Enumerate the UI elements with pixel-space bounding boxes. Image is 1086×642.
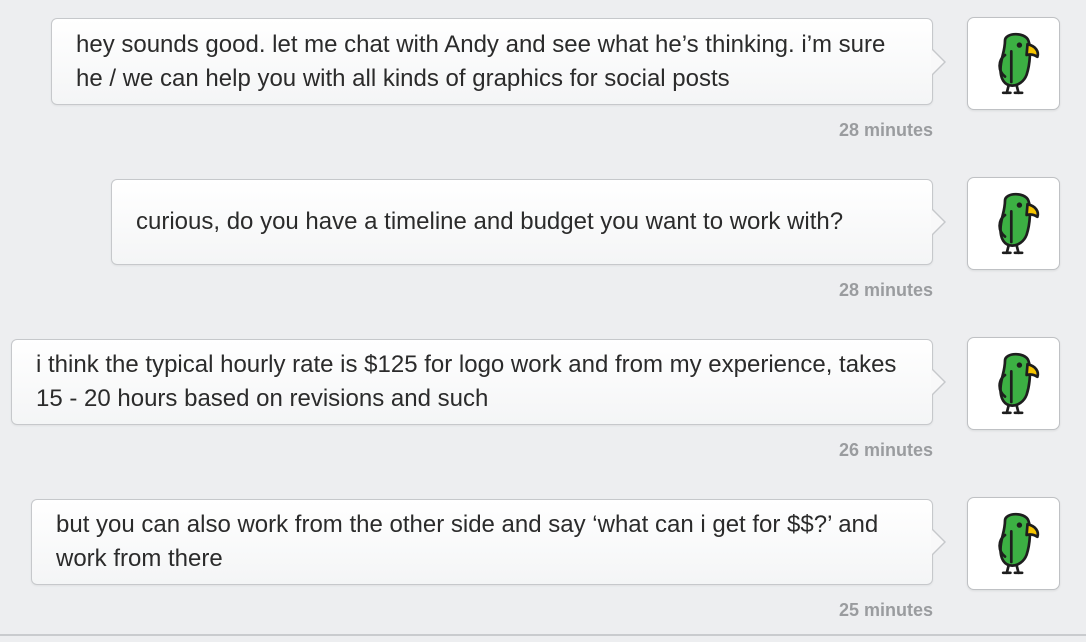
avatar[interactable] <box>967 177 1060 270</box>
message-timestamp: 28 minutes <box>838 120 933 140</box>
message-timestamp: 25 minutes <box>838 600 933 620</box>
parrot-icon <box>978 188 1050 260</box>
bubble-tail <box>931 47 946 76</box>
parrot-icon <box>978 28 1050 100</box>
avatar[interactable] <box>967 17 1060 110</box>
bubble-tail <box>931 208 946 236</box>
message-text: hey sounds good. let me chat with Andy a… <box>76 30 886 92</box>
parrot-icon <box>978 348 1050 420</box>
thread-divider <box>0 634 1086 636</box>
message-text: curious, do you have a timeline and budg… <box>136 208 844 235</box>
message-bubble: curious, do you have a timeline and budg… <box>111 179 946 265</box>
avatar[interactable] <box>967 337 1060 430</box>
parrot-icon <box>978 508 1050 580</box>
message-bubble: but you can also work from the other sid… <box>31 499 946 585</box>
message-bubble: hey sounds good. let me chat with Andy a… <box>51 18 946 105</box>
message-bubble: i think the typical hourly rate is $125 … <box>11 339 946 425</box>
bubble-tail <box>931 528 946 556</box>
bubble-tail <box>931 368 946 396</box>
message-timestamp: 28 minutes <box>838 280 933 300</box>
message-thread: hey sounds good. let me chat with Andy a… <box>0 0 1086 642</box>
avatar[interactable] <box>967 497 1060 590</box>
message-text: i think the typical hourly rate is $125 … <box>36 351 897 412</box>
message-text: but you can also work from the other sid… <box>56 511 879 572</box>
message-timestamp: 26 minutes <box>838 440 933 460</box>
